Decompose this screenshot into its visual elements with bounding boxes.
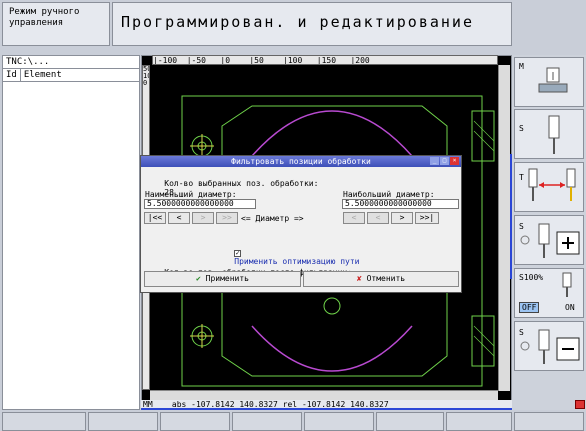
on-label: ON [565,303,575,312]
softkey-bottom-4[interactable] [232,412,302,431]
softkey-m[interactable]: M [514,57,584,107]
min-diameter-label: Наименьший диаметр: [145,190,237,199]
operating-mode-box: Режим ручного управления [2,2,110,46]
spindle-plus-icon [520,223,580,258]
maximize-icon[interactable]: □ [440,157,449,165]
softkey-bottom-7[interactable] [446,412,512,431]
softkey-bottom-8[interactable] [514,412,584,431]
nav-first-button[interactable]: |<< [144,212,166,224]
nav-prev-button[interactable]: < [168,212,190,224]
softkey-s-override[interactable]: S100% OFF ON [514,268,584,318]
softkey-s-minus[interactable]: S [514,321,584,371]
nav-back-button[interactable]: < [343,212,365,224]
file-path: TNC:\... [3,56,139,69]
softkey-t[interactable]: T [514,162,584,212]
softkey-s[interactable]: S [514,109,584,159]
mode-line-2: управления [9,18,64,28]
checkmark-icon: ✔ [195,274,201,283]
vertical-scrollbar[interactable] [498,65,510,391]
off-label: OFF [519,302,540,313]
max-diameter-label: Наибольший диаметр: [343,190,435,199]
col-element: Element [23,70,62,80]
list-header: Id Element [3,69,139,82]
cancel-button[interactable]: ✘ Отменить [303,271,459,287]
spindle-minus-icon [520,329,580,364]
tool-compare-icon [528,168,576,201]
m-label: M [519,62,524,71]
page-title: Программирован. и редактирование [112,2,512,46]
spindle-icon [548,115,560,154]
s100-label: S100% [519,273,544,282]
filter-dialog: Фильтровать позиции обработки _ □ × Кол-… [140,155,462,293]
softkey-bottom-6[interactable] [376,412,444,431]
selected-label: Кол-во выбранных поз. обработки: [164,179,319,188]
mode-line-1: Режим ручного [9,7,80,17]
spindle-small-icon [562,272,572,297]
pager-icon[interactable] [575,400,585,409]
ruler-horizontal: |-100 |-50 |0 |50 |100 |150 |200 [152,55,498,65]
nav-last-button[interactable]: >>| [415,212,439,224]
softkey-bottom-1[interactable] [2,412,86,431]
nav-prev2-button[interactable]: < [367,212,389,224]
apply-label: Применить [205,274,249,283]
apply-button[interactable]: ✔ Применить [144,271,301,287]
minimize-icon[interactable]: _ [430,157,439,165]
s-label: S [519,124,524,133]
right-softkey-bar: M S T S S100% OFF ON S [512,55,586,410]
cancel-label: Отменить [366,274,406,283]
checkbox-icon[interactable]: ✓ [234,250,242,257]
min-diameter-field[interactable]: 5.5000000000000000 [144,199,256,209]
max-diameter-field[interactable]: 5.5000000000000000 [342,199,459,209]
softkey-bottom-2[interactable] [88,412,158,431]
softkey-bottom-3[interactable] [160,412,230,431]
softkey-bottom-5[interactable] [304,412,374,431]
cross-icon: ✘ [356,274,362,283]
nav-next2-button[interactable]: > [391,212,413,224]
coordinate-status: MM abs -107.8142 140.8327 rel -107.8142 … [141,400,512,410]
element-list-panel[interactable]: TNC:\... Id Element [2,55,140,410]
diameter-label: <= Диаметр => [241,214,304,223]
machine-icon [538,67,568,93]
softkey-s-plus[interactable]: S [514,215,584,265]
dialog-title: Фильтровать позиции обработки [231,157,371,166]
nav-next-button[interactable]: > [192,212,214,224]
dialog-titlebar[interactable]: Фильтровать позиции обработки _ □ × [141,156,461,167]
horizontal-scrollbar[interactable] [150,390,498,400]
nav-fast-button[interactable]: >> [216,212,238,224]
close-icon[interactable]: × [450,157,459,165]
col-id: Id [3,69,21,81]
